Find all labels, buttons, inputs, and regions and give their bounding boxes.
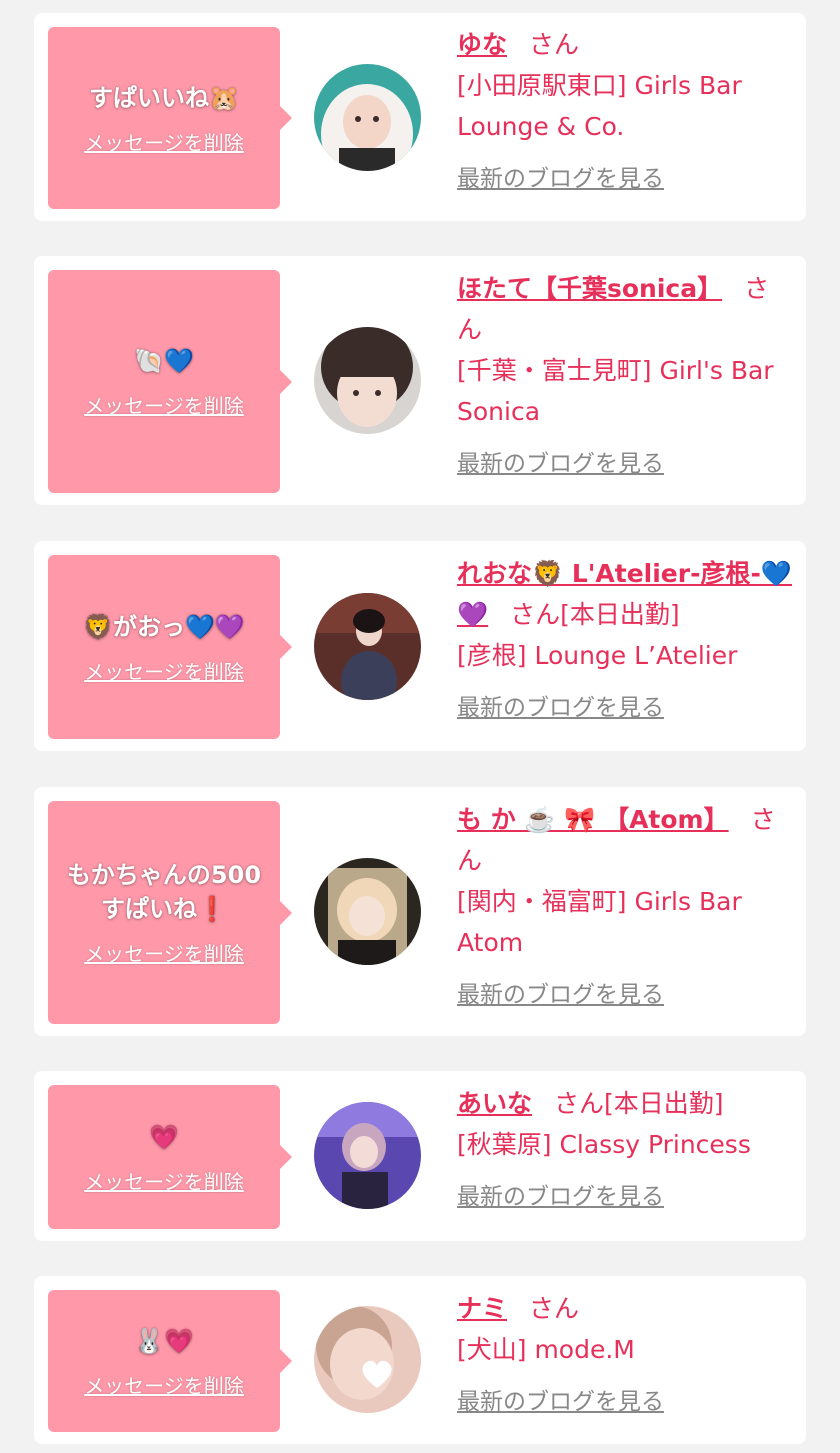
avatar[interactable] <box>314 593 421 700</box>
avatar[interactable] <box>314 1306 421 1413</box>
avatar[interactable] <box>314 327 421 434</box>
profile-info: も か ☕️ 🎀 【Atom】 さん [関内・福富町] Girls Bar Ato… <box>457 799 792 1016</box>
latest-blog-link[interactable]: 最新のブログを見る <box>457 159 664 200</box>
profile-info: れおな🦁 L'Atelier-彦根-💙💜 さん[本日出勤] [彦根] Lounge… <box>457 553 792 729</box>
avatar[interactable] <box>314 858 421 965</box>
shop-name: [秋葉原] Classy Princess <box>457 1130 751 1159</box>
message-bubble: 💗 メッセージを削除 <box>48 1085 292 1229</box>
delete-message-link[interactable]: メッセージを削除 <box>84 127 244 156</box>
delete-message-link[interactable]: メッセージを削除 <box>84 656 244 685</box>
message-text: 🦁がおっ💙💜 <box>83 612 245 641</box>
latest-blog-link[interactable]: 最新のブログを見る <box>457 1382 664 1423</box>
delete-message-link[interactable]: メッセージを削除 <box>84 1370 244 1399</box>
shop-name: [犬山] mode.M <box>457 1335 635 1364</box>
latest-blog-link[interactable]: 最新のブログを見る <box>457 1177 664 1218</box>
profile-name-link[interactable]: ナミ <box>457 1294 507 1323</box>
message-card: すぱいいね🐹 メッセージを削除 ゆな さん [小田原駅東口] Girls Bar … <box>34 13 806 221</box>
shop-name: [小田原駅東口] Girls Bar Lounge & Co. <box>457 71 742 141</box>
profile-info: ほたて【千葉sonica】 さん [千葉・富士見町] Girl's Bar Son… <box>457 268 792 485</box>
message-card: もかちゃんの500すぱいね❗️ メッセージを削除 も か ☕️ 🎀 【Atom】… <box>34 787 806 1036</box>
message-bubble: すぱいいね🐹 メッセージを削除 <box>48 27 292 209</box>
message-bubble: 🐚💙 メッセージを削除 <box>48 270 292 493</box>
avatar-image <box>314 327 421 434</box>
shop-name: [彦根] Lounge L’Atelier <box>457 641 738 670</box>
avatar-image <box>314 1306 421 1413</box>
message-card: 🐚💙 メッセージを削除 ほたて【千葉sonica】 さん [千葉・富士見町] Gi… <box>34 256 806 505</box>
shop-name: [関内・福富町] Girls Bar Atom <box>457 887 742 957</box>
message-bubble: もかちゃんの500すぱいね❗️ メッセージを削除 <box>48 801 292 1024</box>
honorific: さん <box>529 1294 580 1323</box>
avatar[interactable] <box>314 64 421 171</box>
delete-message-link[interactable]: メッセージを削除 <box>84 1166 244 1195</box>
message-card: 💗 メッセージを削除 あいな さん[本日出勤] [秋葉原] Classy Prin… <box>34 1071 806 1241</box>
avatar-image <box>314 64 421 171</box>
message-text: 💗 <box>149 1122 179 1151</box>
honorific: さん[本日出勤] <box>554 1089 724 1118</box>
message-text: すぱいいね🐹 <box>89 83 239 112</box>
profile-info: ゆな さん [小田原駅東口] Girls Bar Lounge & Co. 最新の… <box>457 24 792 200</box>
profile-name-link[interactable]: ゆな <box>457 30 507 59</box>
avatar[interactable] <box>314 1102 421 1209</box>
avatar-image <box>314 1102 421 1209</box>
honorific: さん[本日出勤] <box>510 600 680 629</box>
message-card: 🐰💗 メッセージを削除 ナミ さん [犬山] mode.M 最新のブログを見る <box>34 1276 806 1444</box>
message-bubble: 🦁がおっ💙💜 メッセージを削除 <box>48 555 292 739</box>
honorific: さん <box>529 30 580 59</box>
message-card: 🦁がおっ💙💜 メッセージを削除 れおな🦁 L'Atelier-彦根-💙💜 さん[本… <box>34 541 806 751</box>
delete-message-link[interactable]: メッセージを削除 <box>84 938 244 967</box>
avatar-image <box>314 858 421 965</box>
latest-blog-link[interactable]: 最新のブログを見る <box>457 688 664 729</box>
message-text: 🐰💗 <box>134 1326 194 1355</box>
profile-name-link[interactable]: ほたて【千葉sonica】 <box>457 274 722 303</box>
message-text: 🐚💙 <box>134 347 194 375</box>
profile-name-link[interactable]: あいな <box>457 1089 532 1118</box>
profile-info: あいな さん[本日出勤] [秋葉原] Classy Princess 最新のブログ… <box>457 1083 792 1218</box>
message-bubble: 🐰💗 メッセージを削除 <box>48 1290 292 1432</box>
latest-blog-link[interactable]: 最新のブログを見る <box>457 444 664 485</box>
latest-blog-link[interactable]: 最新のブログを見る <box>457 975 664 1016</box>
profile-name-link[interactable]: も か ☕️ 🎀 【Atom】 <box>457 805 729 834</box>
shop-name: [千葉・富士見町] Girl's Bar Sonica <box>457 356 774 426</box>
avatar-image <box>314 593 421 700</box>
delete-message-link[interactable]: メッセージを削除 <box>84 390 244 419</box>
message-text: もかちゃんの500すぱいね❗️ <box>66 861 262 923</box>
profile-info: ナミ さん [犬山] mode.M 最新のブログを見る <box>457 1288 792 1423</box>
